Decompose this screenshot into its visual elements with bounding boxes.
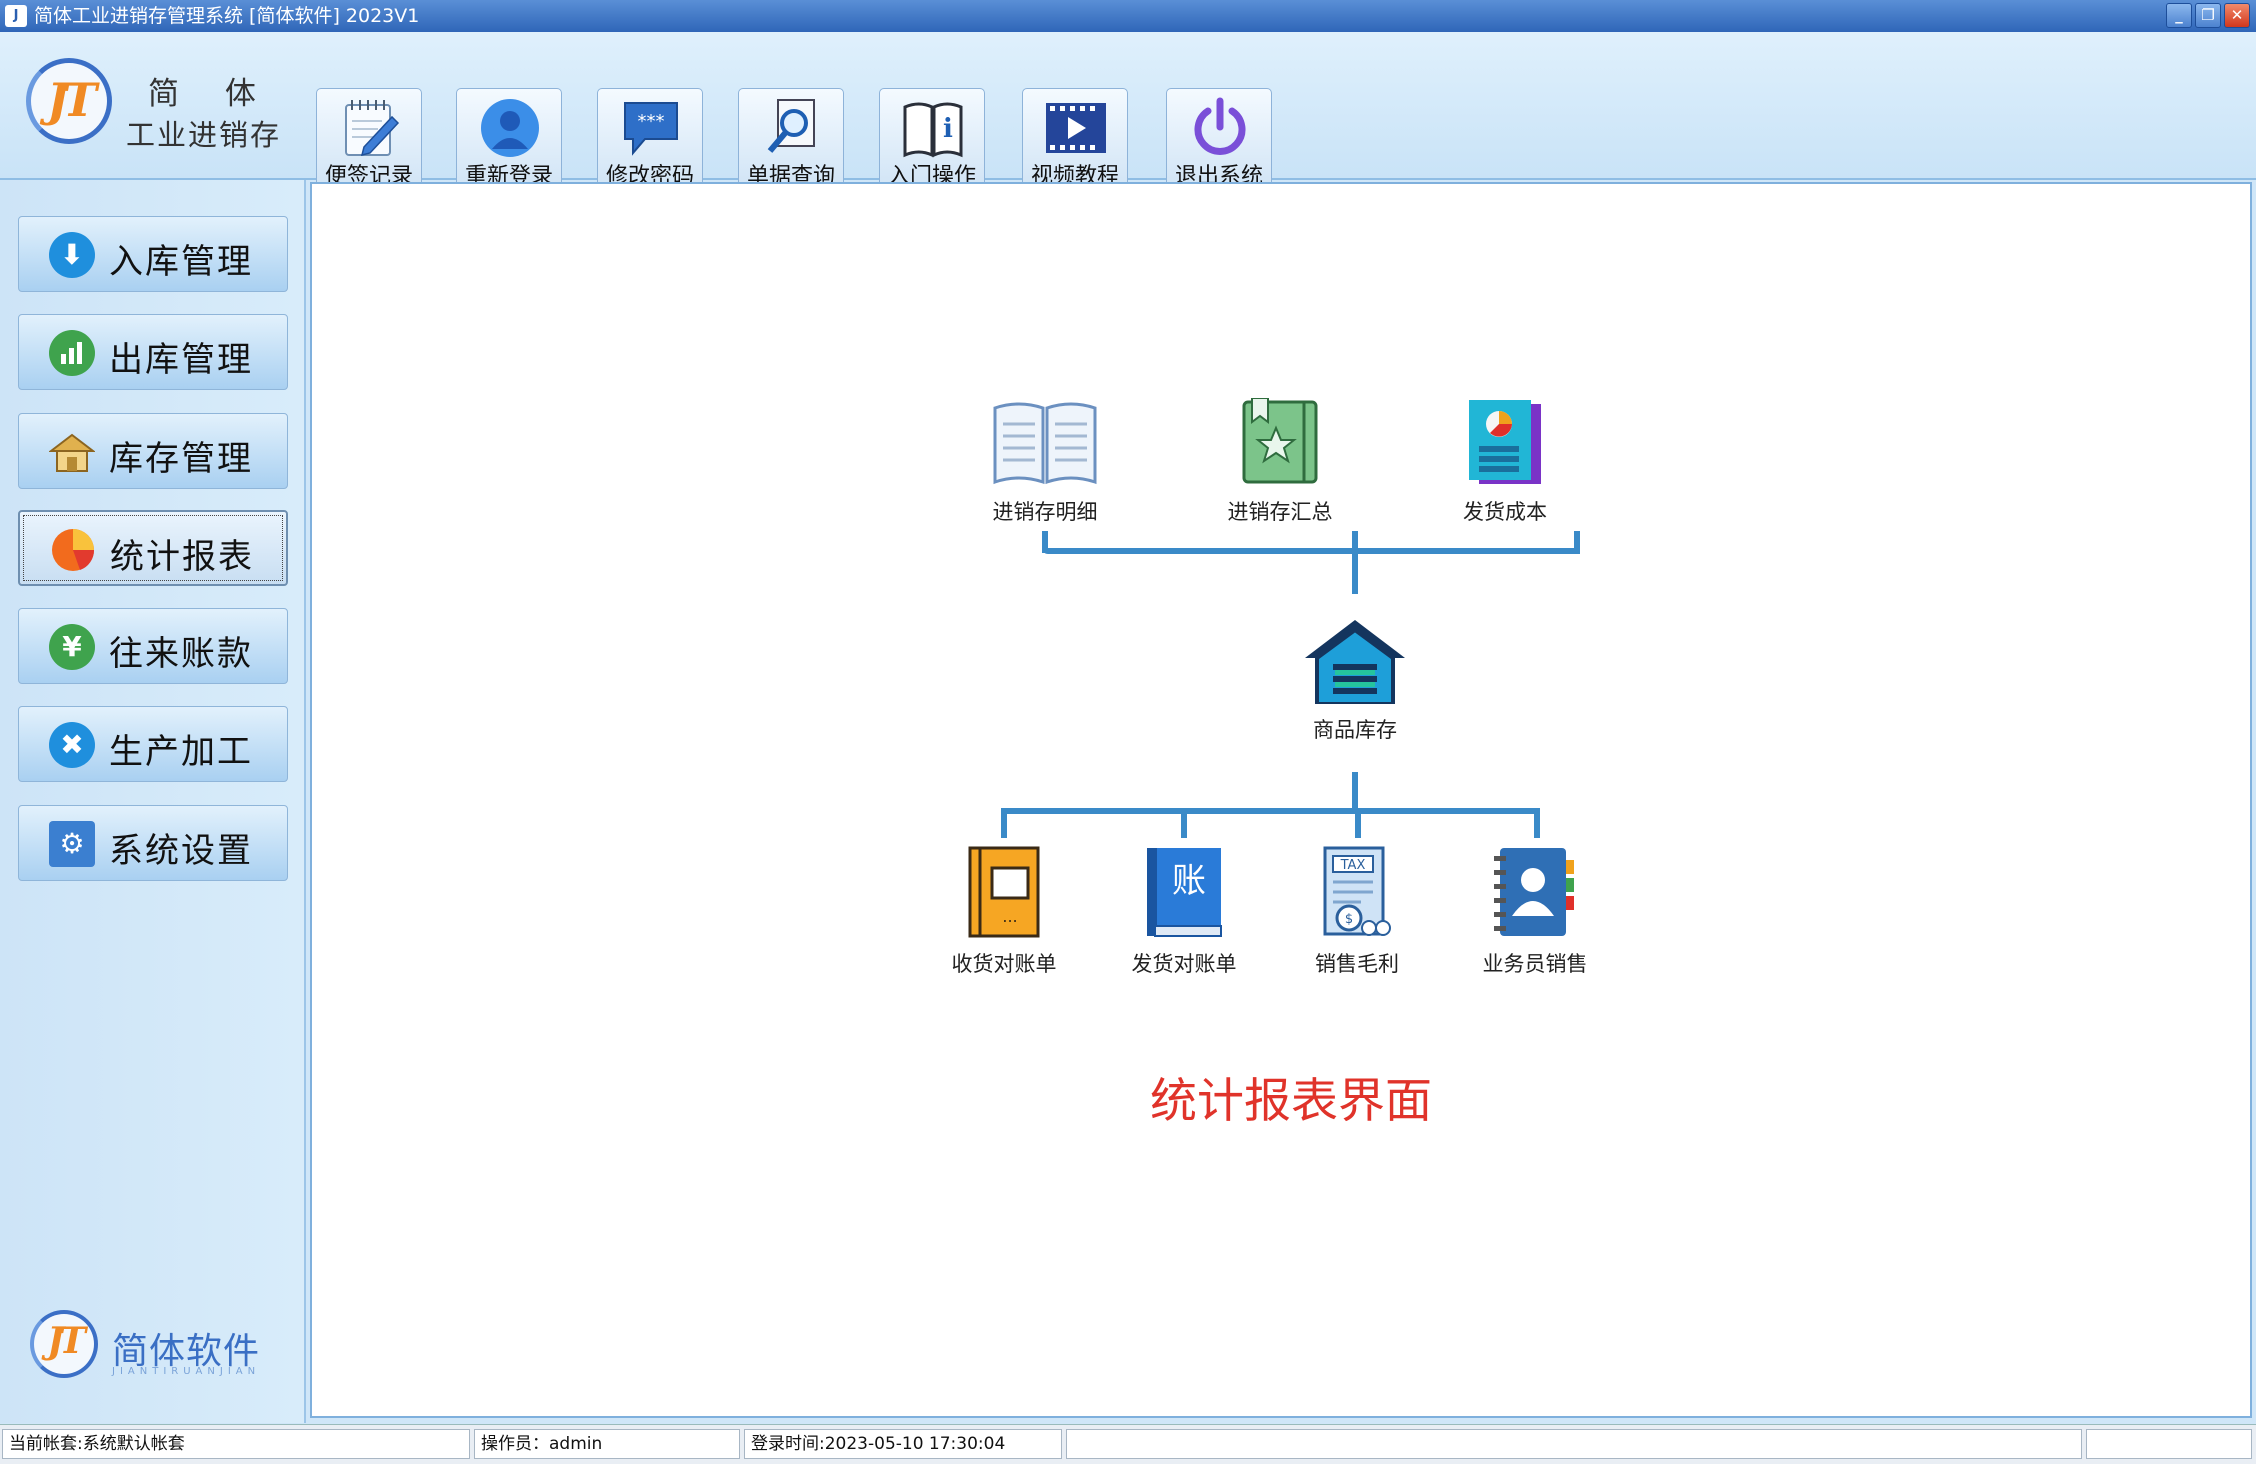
sidebar-item-inventory[interactable]: 库存管理 [18, 413, 288, 489]
window-title: 简体工业进销存管理系统 [简体软件] 2023V1 [34, 5, 420, 27]
sidebar-item-reports[interactable]: 统计报表 [18, 510, 288, 586]
sidebar-item-production[interactable]: ✖ 生产加工 [18, 706, 288, 782]
report-node-inventory-summary[interactable]: 进销存汇总 [1205, 397, 1355, 526]
connector-line [1001, 808, 1007, 838]
svg-text:...: ... [1002, 907, 1017, 926]
connector-line [1352, 548, 1580, 554]
svg-text:i: i [943, 114, 953, 144]
connector-line [1001, 808, 1540, 814]
cost-report-icon [1469, 400, 1541, 484]
page-title: 统计报表界面 [1150, 1074, 1432, 1129]
minimize-button[interactable]: _ [2166, 3, 2192, 28]
open-book-icon [993, 402, 1097, 485]
connector-line [1355, 808, 1361, 838]
bottom-brand-subtitle: JIANTIRUANJIAN [112, 1366, 261, 1377]
header: JT 简 体 工业进销存 便签记录 重新登录 *** 修改密码 单据查询 i 入… [0, 32, 2256, 194]
report-node-stock[interactable]: 商品库存 [1280, 618, 1430, 744]
video-icon [1046, 103, 1106, 153]
search-document-icon [767, 99, 815, 153]
password-icon: *** [624, 102, 678, 156]
sidebar-item-outbound[interactable]: 出库管理 [18, 314, 288, 390]
restore-button[interactable]: ❐ [2195, 3, 2221, 28]
toolbar-change-password-button[interactable]: *** 修改密码 [597, 88, 703, 194]
blue-ledger-icon: 账 [1147, 848, 1222, 937]
report-node-salesperson-sales[interactable]: 业务员销售 [1460, 846, 1610, 978]
svg-text:$: $ [1345, 912, 1353, 927]
tools-icon: ✖ [49, 722, 95, 768]
toolbar-relogin-button[interactable]: 重新登录 [456, 88, 562, 194]
sidebar-item-inbound[interactable]: ⬇ 入库管理 [18, 216, 288, 292]
warehouse-icon [48, 429, 96, 475]
title-bar: J 简体工业进销存管理系统 [简体软件] 2023V1 _ ❐ ✕ [0, 0, 2256, 32]
toolbar-exit-button[interactable]: 退出系统 [1166, 88, 1272, 194]
sidebar-item-accounts[interactable]: ¥ 往来账款 [18, 608, 288, 684]
status-blank [2086, 1429, 2252, 1459]
brand-logo: JT [26, 58, 112, 144]
connector-line [1181, 808, 1187, 838]
sidebar: ⬇ 入库管理 出库管理 库存管理 统计报表 ¥ 往来账款 ✖ 生产加工 ⚙ 系统… [0, 180, 306, 1423]
bar-chart-icon [49, 330, 95, 376]
report-node-shipping-statement[interactable]: 账 发货对账单 [1109, 846, 1259, 978]
toolbar-notes-button[interactable]: 便签记录 [316, 88, 422, 194]
status-account: 当前帐套:系统默认帐套 [2, 1429, 470, 1459]
warehouse-house-icon [1305, 620, 1405, 706]
brand-name: 简 体 [148, 76, 274, 112]
connector-line [1042, 548, 1357, 554]
contact-book-icon [1494, 848, 1574, 936]
green-book-star-icon [1242, 397, 1318, 484]
notepad-icon [345, 100, 400, 157]
connector-line [1352, 548, 1358, 594]
bottom-brand-logo: JT [30, 1310, 98, 1378]
yen-icon: ¥ [49, 624, 95, 670]
download-arrow-icon: ⬇ [49, 232, 95, 278]
status-bar: 当前帐套:系统默认帐套 操作员：admin 登录时间:2023-05-10 17… [0, 1424, 2256, 1464]
status-login-time: 登录时间:2023-05-10 17:30:04 [744, 1429, 1062, 1459]
report-node-inventory-detail[interactable]: 进销存明细 [970, 398, 1120, 526]
status-operator: 操作员：admin [474, 1429, 740, 1459]
toolbar-video-tutorial-button[interactable]: 视频教程 [1022, 88, 1128, 194]
svg-text:TAX: TAX [1340, 858, 1366, 873]
status-blank [1066, 1429, 2082, 1459]
report-node-shipping-cost[interactable]: 发货成本 [1430, 398, 1580, 526]
connector-line [1534, 808, 1540, 838]
sidebar-item-settings[interactable]: ⚙ 系统设置 [18, 805, 288, 881]
pie-chart-icon [50, 527, 96, 573]
orange-ledger-icon: ... [968, 846, 1040, 938]
brand-subtitle: 工业进销存 [126, 118, 282, 152]
toolbar-getting-started-button[interactable]: i 入门操作 [879, 88, 985, 194]
main-panel: 进销存明细 进销存汇总 发货成本 商品库存 ... 收货对账单 账 发货对账单 … [310, 182, 2252, 1418]
gear-icon: ⚙ [49, 821, 95, 867]
svg-text:***: *** [638, 111, 665, 132]
svg-text:账: 账 [1172, 861, 1206, 901]
close-button[interactable]: ✕ [2224, 3, 2250, 28]
guide-book-icon: i [903, 102, 963, 158]
report-node-receiving-statement[interactable]: ... 收货对账单 [929, 846, 1079, 978]
app-logo-icon: J [5, 5, 27, 27]
user-icon [481, 99, 539, 157]
power-icon [1194, 97, 1246, 155]
toolbar-document-search-button[interactable]: 单据查询 [738, 88, 844, 194]
report-node-gross-profit[interactable]: TAX $ 销售毛利 [1282, 846, 1432, 978]
tax-document-icon: TAX $ [1323, 846, 1391, 936]
